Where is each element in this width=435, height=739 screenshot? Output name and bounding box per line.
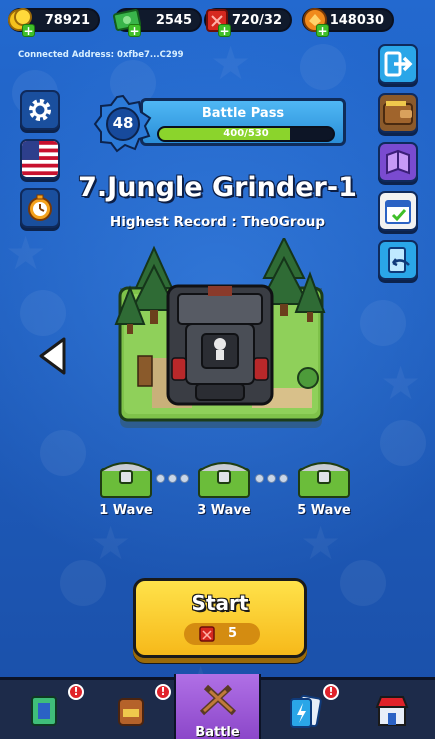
battle-pass-progress-text: 400/530 [223, 128, 269, 139]
energy-value: 720/32 [232, 13, 282, 28]
coin-counter[interactable]: + 78921 [8, 8, 100, 37]
chest-icon[interactable] [196, 455, 252, 499]
chest-icon[interactable] [296, 455, 352, 499]
share-icon [388, 247, 410, 273]
tab-shop[interactable] [348, 680, 435, 739]
highest-record: Highest Record : The0Group [109, 214, 326, 230]
alert-badge: ! [323, 684, 339, 700]
battle-pass-level-badge: 48 [93, 94, 153, 154]
start-button[interactable]: Start 5 [133, 578, 307, 658]
start-label: Start [191, 591, 249, 615]
exit-icon [384, 51, 413, 77]
wallet-button[interactable] [378, 93, 418, 133]
battle-pass-title: Battle Pass [201, 106, 285, 121]
wave-label: 1 Wave [99, 503, 153, 518]
wave-label: 5 Wave [297, 503, 351, 518]
shop-icon [375, 696, 408, 726]
fuel-can-icon [199, 626, 215, 642]
add-energy-button[interactable]: + [218, 24, 231, 37]
stage-map-tile[interactable] [112, 238, 330, 430]
battle-pass-panel[interactable]: Battle Pass 400/530 [140, 98, 346, 146]
progress-dots [156, 474, 189, 483]
connected-address: Connected Address: 0xfbe7...C299 [18, 50, 184, 60]
alert-badge: ! [155, 684, 171, 700]
start-cost-value: 5 [228, 626, 238, 641]
token-counter[interactable]: + 148030 [302, 8, 394, 37]
settings-button[interactable] [20, 90, 60, 130]
chest-icon[interactable] [98, 455, 154, 499]
tab-inventory[interactable]: ! [87, 680, 174, 739]
bottom-nav: ! ! Battle ! [0, 674, 435, 739]
add-tokens-button[interactable]: + [316, 24, 329, 37]
wallet-icon [383, 101, 413, 125]
tank-base-icon [166, 284, 274, 406]
share-button[interactable] [378, 240, 418, 280]
battle-pass-progress-bar: 400/530 [157, 126, 335, 142]
crossed-guns-icon [199, 684, 236, 716]
add-coins-button[interactable]: + [22, 24, 35, 37]
armor-icon [30, 696, 57, 726]
battle-pass-level: 48 [112, 114, 134, 132]
exit-button[interactable] [378, 44, 418, 84]
start-cost: 5 [184, 623, 260, 645]
stage-title: 7.Jungle Grinder-1 [78, 172, 357, 203]
energy-counter[interactable]: + 720/32 [204, 8, 292, 37]
token-value: 148030 [329, 13, 384, 28]
backpack-icon [117, 698, 144, 726]
progress-dots [255, 474, 288, 483]
tab-cards[interactable]: ! [261, 680, 348, 739]
tab-battle-label: Battle [195, 725, 240, 739]
alert-badge: ! [68, 684, 84, 700]
tab-equipment[interactable]: ! [0, 680, 87, 739]
resource-bar: + 78921 + 2545 + 720/32 + 148030 [4, 6, 431, 37]
cash-counter[interactable]: + 2545 [112, 8, 202, 37]
cards-icon [289, 694, 322, 728]
cash-value: 2545 [155, 13, 192, 28]
tab-battle[interactable]: Battle [174, 674, 261, 739]
add-cash-button[interactable]: + [128, 24, 141, 37]
previous-stage-arrow-icon[interactable] [38, 336, 68, 376]
wave-label: 3 Wave [197, 503, 251, 518]
coin-value: 78921 [44, 13, 90, 28]
gear-icon [29, 99, 51, 121]
